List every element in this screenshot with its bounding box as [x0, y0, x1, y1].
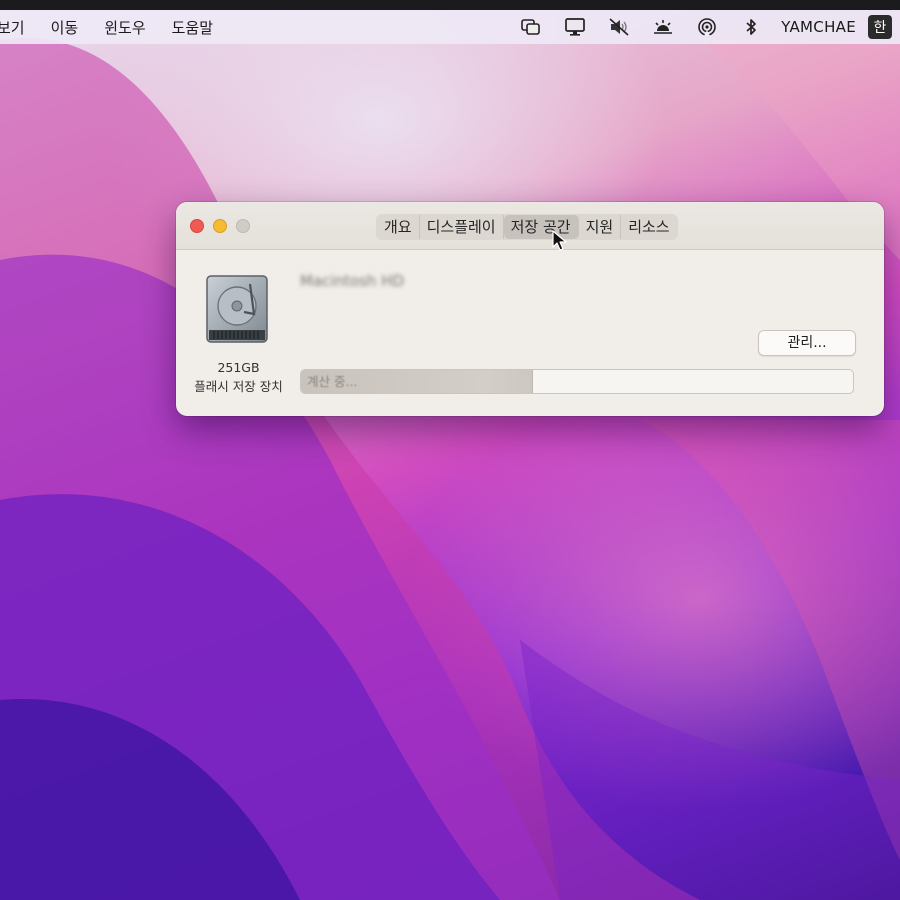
menu-help[interactable]: 도움말: [159, 17, 226, 38]
menu-bar-left: 보기 이동 윈도우 도움말: [0, 17, 226, 38]
menu-bar-right: YAMCHAE 한: [509, 12, 900, 42]
mouse-pointer-icon: [552, 230, 567, 251]
desktop-wallpaper: [0, 0, 900, 900]
display-icon[interactable]: [553, 12, 597, 42]
hard-drive-icon: [206, 275, 268, 343]
minimize-button[interactable]: [213, 219, 227, 233]
tab-bar: 개요 디스플레이 저장 공간 지원 리소스: [376, 214, 678, 240]
menu-view[interactable]: 보기: [0, 17, 38, 38]
manage-button[interactable]: 관리...: [758, 330, 856, 356]
brightness-icon[interactable]: [641, 12, 685, 42]
bluetooth-icon[interactable]: [729, 12, 773, 42]
menu-bar: 보기 이동 윈도우 도움말 YAMCHAE 한: [0, 10, 900, 44]
window-controls: [190, 219, 250, 233]
storage-usage-bar: 계산 중...: [300, 369, 854, 394]
storage-pane: 251GB 플래시 저장 장치 Macintosh HD 관리... 계산 중.…: [176, 250, 884, 416]
input-source-badge[interactable]: 한: [868, 15, 892, 39]
disk-type-label: 플래시 저장 장치: [194, 379, 283, 394]
zoom-button: [236, 219, 250, 233]
tab-displays[interactable]: 디스플레이: [420, 215, 504, 239]
tab-support[interactable]: 지원: [579, 215, 622, 239]
tab-resources[interactable]: 리소스: [621, 215, 676, 239]
menu-go[interactable]: 이동: [38, 17, 92, 38]
volume-name-blurred: Macintosh HD: [300, 272, 405, 290]
sound-muted-icon[interactable]: [597, 12, 641, 42]
tab-overview[interactable]: 개요: [377, 215, 420, 239]
about-this-mac-window: 개요 디스플레이 저장 공간 지원 리소스 251GB 플래시 저장 장치 Ma…: [176, 202, 884, 416]
user-name[interactable]: YAMCHAE: [773, 18, 868, 36]
screen-bezel: [0, 0, 900, 10]
menu-window[interactable]: 윈도우: [91, 17, 158, 38]
close-button[interactable]: [190, 219, 204, 233]
disk-capacity: 251GB: [217, 360, 260, 375]
stage-manager-icon[interactable]: [509, 12, 553, 42]
window-titlebar[interactable]: 개요 디스플레이 저장 공간 지원 리소스: [176, 202, 884, 250]
airdrop-icon[interactable]: [685, 12, 729, 42]
calculating-status: 계산 중...: [307, 374, 358, 389]
